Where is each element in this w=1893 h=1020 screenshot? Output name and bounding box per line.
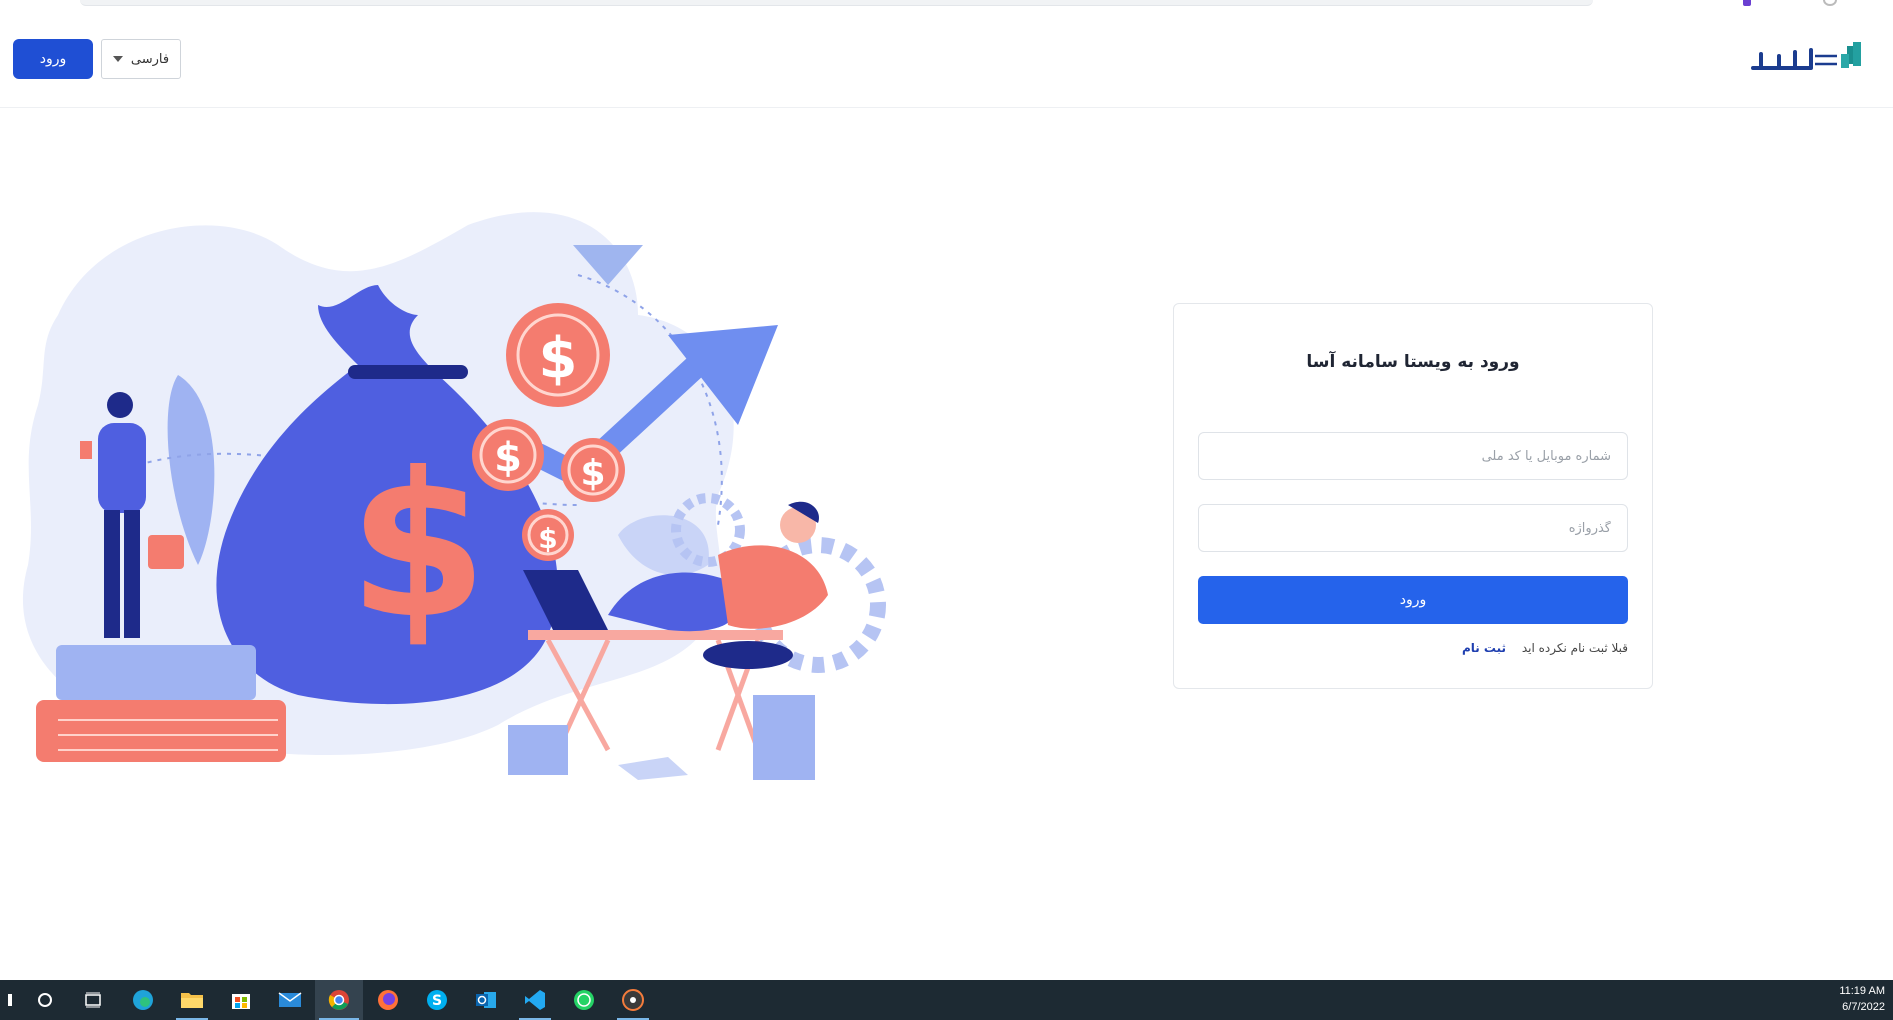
- login-title: ورود به ویستا سامانه آسا: [1306, 352, 1520, 372]
- scattered-papers: [618, 757, 688, 780]
- signup-link[interactable]: ثبت نام: [1462, 641, 1506, 655]
- language-select[interactable]: فارسی: [101, 39, 181, 79]
- coin-icon: $: [506, 303, 610, 407]
- whatsapp-icon: [574, 990, 594, 1010]
- vista-asa-logo: [1751, 42, 1861, 70]
- search-button[interactable]: [21, 980, 69, 1020]
- chrome-icon: [328, 990, 349, 1010]
- paper-stack: [753, 695, 815, 780]
- firefox-icon: [378, 990, 398, 1010]
- taskbar-firefox[interactable]: [364, 980, 412, 1020]
- taskbar-chrome[interactable]: [315, 980, 363, 1020]
- taskbar-vscode[interactable]: [511, 980, 559, 1020]
- login-card: ورود به ویستا سامانه آسا ورود قبلا ثبت ن…: [1173, 303, 1653, 689]
- store-icon: [232, 994, 250, 1009]
- signup-question: قبلا ثبت نام نکرده اید: [1521, 641, 1628, 655]
- windows-taskbar: S 11:19 AM 6/7/2022: [0, 980, 1893, 1020]
- coin-icon: $: [522, 509, 574, 561]
- password-input[interactable]: [1198, 504, 1628, 552]
- svg-text:$: $: [538, 522, 557, 555]
- header-login-button[interactable]: ورود: [13, 39, 93, 79]
- browser-address-bar-remnant: [0, 0, 1893, 12]
- taskbar-store[interactable]: [217, 980, 265, 1020]
- svg-text:$: $: [539, 326, 578, 391]
- site-header: ورود فارسی: [0, 12, 1893, 108]
- system-clock[interactable]: 11:19 AM 6/7/2022: [1839, 983, 1885, 1015]
- signup-prompt: قبلا ثبت نام نکرده اید ثبت نام: [1198, 641, 1628, 655]
- windows-start-icon: [8, 994, 12, 1006]
- taskbar-skype[interactable]: S: [413, 980, 461, 1020]
- task-view-button[interactable]: [69, 980, 117, 1020]
- mobile-or-national-id-input[interactable]: [1198, 432, 1628, 480]
- dollar-sign-icon: $: [348, 430, 487, 663]
- folder-icon: [181, 993, 203, 1008]
- mail-icon: [278, 992, 302, 1007]
- login-submit-button[interactable]: ورود: [1198, 576, 1628, 624]
- hero-illustration: $ $ $ $ $: [22, 212, 886, 780]
- edge-icon: [133, 990, 153, 1010]
- address-bar[interactable]: [80, 0, 1593, 6]
- taskbar-media-player[interactable]: [609, 980, 657, 1020]
- profile-icon[interactable]: [1823, 0, 1837, 6]
- clock-date: 6/7/2022: [1842, 1001, 1885, 1013]
- taskbar-edge[interactable]: [119, 980, 167, 1020]
- taskbar-file-explorer[interactable]: [168, 980, 216, 1020]
- svg-text:$: $: [494, 435, 522, 481]
- taskbar-whatsapp[interactable]: [560, 980, 608, 1020]
- task-view-icon: [85, 992, 101, 1008]
- coin-icon: $: [561, 438, 625, 502]
- vscode-icon: [525, 990, 545, 1010]
- skype-icon: S: [427, 990, 447, 1010]
- svg-text:S: S: [432, 993, 442, 1009]
- paper-stack: [508, 725, 568, 775]
- media-player-icon: [622, 989, 644, 1011]
- language-label: فارسی: [130, 51, 170, 67]
- outlook-icon: [476, 992, 496, 1008]
- book-stack: [56, 645, 256, 700]
- page: ورود فارسی $ $ $ $ $ ورود به ویستا سامان…: [0, 0, 1893, 1020]
- extension-icon[interactable]: [1743, 0, 1751, 6]
- taskbar-mail[interactable]: [266, 980, 314, 1020]
- clock-time: 11:19 AM: [1839, 985, 1885, 997]
- search-circle-icon: [38, 993, 52, 1007]
- taskbar-outlook[interactable]: [462, 980, 510, 1020]
- book-stack: [36, 700, 286, 762]
- svg-text:$: $: [580, 453, 605, 494]
- chevron-down-icon: [112, 56, 123, 62]
- bag-tie: [348, 365, 468, 379]
- coin-icon: $: [472, 419, 544, 491]
